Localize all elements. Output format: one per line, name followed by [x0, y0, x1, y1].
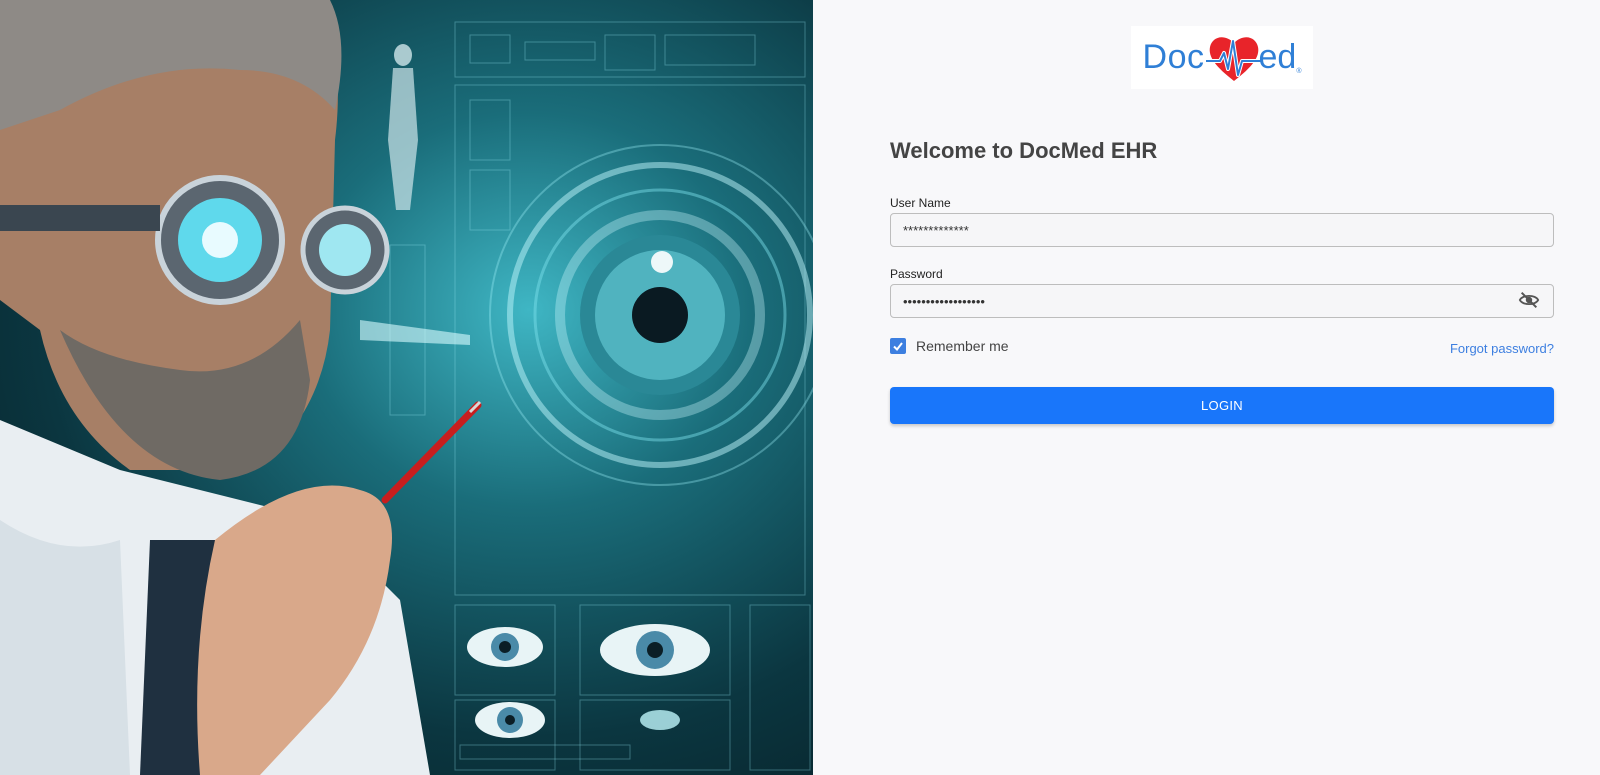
- page-title: Welcome to DocMed EHR: [890, 138, 1158, 163]
- remember-me[interactable]: Remember me: [890, 338, 1009, 354]
- login-panel: Doc ed ® Welcome to DocMed EHR User Name…: [813, 0, 1600, 775]
- docmed-logo: Doc ed ®: [1131, 26, 1313, 89]
- logo-text-ed: ed: [1258, 38, 1297, 76]
- username-field[interactable]: [890, 213, 1554, 247]
- hero-illustration: [0, 0, 813, 775]
- logo-text-doc: Doc: [1142, 38, 1205, 76]
- heart-pulse-icon: [1206, 36, 1263, 81]
- registered-mark: ®: [1296, 68, 1302, 75]
- remember-label: Remember me: [916, 338, 1009, 354]
- remember-checkbox[interactable]: [890, 338, 906, 354]
- forgot-password-link[interactable]: Forgot password?: [1450, 341, 1554, 356]
- password-label: Password: [890, 267, 943, 281]
- username-label: User Name: [890, 196, 951, 210]
- hero-artwork: [0, 0, 813, 775]
- check-icon: [893, 342, 903, 352]
- eye-off-icon[interactable]: [1518, 289, 1540, 311]
- password-field[interactable]: [890, 284, 1554, 318]
- login-button[interactable]: LOGIN: [890, 387, 1554, 424]
